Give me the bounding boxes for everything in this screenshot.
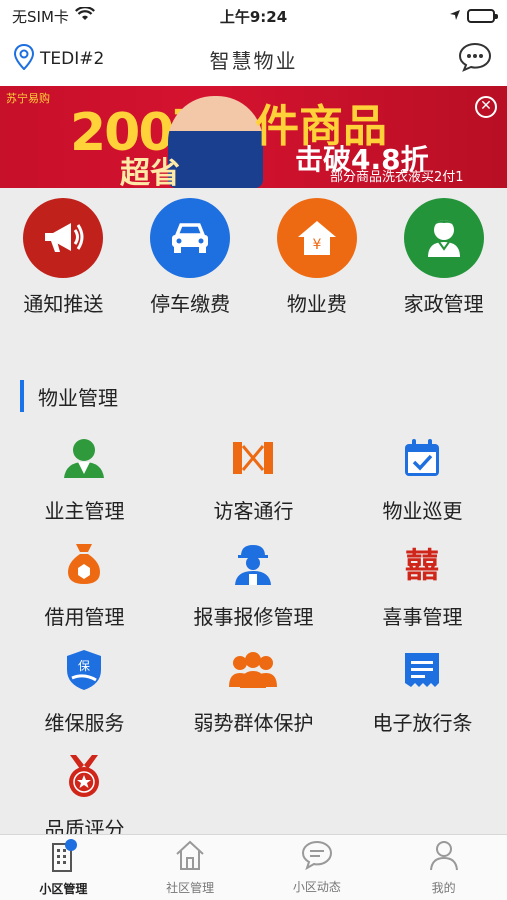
quick-actions: 通知推送 停车缴费 ¥ 物业费 家政管理: [0, 188, 507, 333]
quick-notify-push[interactable]: 通知推送: [0, 188, 127, 333]
clock-text: 上午9:24: [219, 7, 288, 26]
grid-item-borrow-management[interactable]: 借用管理: [0, 531, 169, 637]
location-name: TEDI#2: [40, 49, 105, 69]
quick-property-fee[interactable]: ¥ 物业费: [254, 188, 381, 333]
bottom-tab-bar: 小区管理 社区管理 小区动态 我的: [0, 834, 507, 900]
quick-label: 物业费: [286, 292, 347, 316]
quick-label: 通知推送: [23, 292, 104, 316]
grid-item-electronic-pass[interactable]: 电子放行条: [338, 637, 507, 743]
worker-icon: [228, 539, 278, 589]
chat-bubble-icon: [458, 42, 492, 76]
calendar-check-icon: [397, 433, 447, 483]
profile-icon: [429, 839, 459, 875]
section-title: 物业管理: [38, 385, 118, 410]
tab-label: 社区管理: [166, 881, 215, 895]
grid-item-vulnerable-protection[interactable]: 弱势群体保护: [169, 637, 338, 743]
section-header: 物业管理: [20, 380, 118, 412]
location-selector[interactable]: TEDI#2: [13, 43, 105, 75]
grid-label: 借用管理: [44, 605, 125, 629]
tab-profile[interactable]: 我的: [380, 835, 507, 900]
shield-icon: 保: [59, 645, 109, 695]
grid-item-maintenance-service[interactable]: 保 维保服务: [0, 637, 169, 743]
close-icon: ✕: [480, 98, 492, 114]
owner-icon: [59, 433, 109, 483]
building-icon: [48, 838, 78, 876]
banner-sub-left: 超省: [120, 156, 180, 188]
grid-label: 报事报修管理: [193, 605, 314, 629]
tab-community-management[interactable]: 小区管理: [0, 835, 127, 900]
grid-label: 弱势群体保护: [193, 711, 314, 735]
banner-sub-small: 部分商品洗衣液买2付1: [330, 170, 464, 185]
grid-item-property-patrol[interactable]: 物业巡更: [338, 425, 507, 531]
nav-bar: TEDI#2 智慧物业: [0, 32, 507, 86]
gate-icon: [228, 433, 278, 483]
home-icon: [174, 839, 206, 875]
svg-text:囍: 囍: [405, 546, 439, 584]
banner-person-image: [168, 96, 263, 188]
group-icon: [228, 645, 278, 695]
grid-item-owner-management[interactable]: 业主管理: [0, 425, 169, 531]
grid-item-celebration-management[interactable]: 囍 喜事管理: [338, 531, 507, 637]
house-yen-icon: ¥: [276, 198, 357, 278]
grid-item-repair-management[interactable]: 报事报修管理: [169, 531, 338, 637]
megaphone-icon: [23, 198, 104, 278]
quick-label: 家政管理: [403, 292, 484, 316]
money-bag-icon: [59, 539, 109, 589]
tab-community-news[interactable]: 小区动态: [254, 835, 381, 900]
section-accent-bar: [20, 380, 24, 412]
messages-button[interactable]: [457, 41, 493, 77]
grid-label: 访客通行: [213, 499, 294, 523]
tab-label: 我的: [431, 881, 456, 895]
tab-label: 小区动态: [292, 880, 341, 894]
grid-item-visitor-access[interactable]: 访客通行: [169, 425, 338, 531]
banner-close-button[interactable]: ✕: [475, 96, 497, 118]
property-management-grid: 业主管理 访客通行 物业巡更 借用管理 报事报修管理 囍 喜事管理 保 维保服务…: [0, 425, 507, 849]
medal-icon: [59, 751, 109, 801]
grid-label: 电子放行条: [372, 711, 473, 735]
car-icon: [150, 198, 231, 278]
tab-label: 小区管理: [39, 882, 88, 896]
status-bar: 无SIM卡 上午9:24: [0, 0, 507, 32]
grid-label: 物业巡更: [382, 499, 463, 523]
double-happiness-icon: 囍: [397, 539, 447, 589]
grid-label: 业主管理: [44, 499, 125, 523]
promo-banner[interactable]: 苏宁易购 200万 件商品 超省 击破4.8折 部分商品洗衣液买2付1 ✕: [0, 86, 507, 188]
quick-label: 停车缴费: [150, 292, 231, 316]
quick-housekeeping[interactable]: 家政管理: [380, 188, 507, 333]
svg-text:¥: ¥: [312, 237, 321, 253]
banner-logo: 苏宁易购: [6, 92, 50, 105]
grid-label: 维保服务: [44, 711, 125, 735]
grid-label: 喜事管理: [382, 605, 463, 629]
battery-icon: [467, 9, 498, 23]
pass-icon: [397, 645, 447, 695]
quick-parking-fee[interactable]: 停车缴费: [127, 188, 254, 333]
tab-neighborhood-management[interactable]: 社区管理: [127, 835, 254, 900]
location-pin-icon: [13, 43, 35, 75]
svg-text:保: 保: [78, 659, 90, 673]
chat-icon: [301, 840, 333, 874]
housekeeper-icon: [403, 198, 484, 278]
